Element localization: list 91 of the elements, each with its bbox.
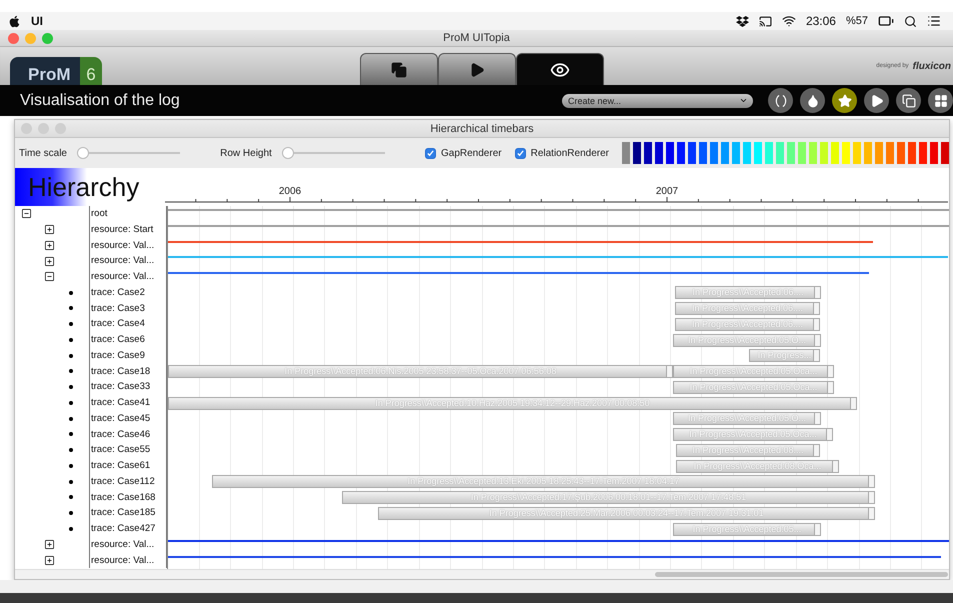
tool-button[interactable] bbox=[896, 88, 921, 113]
bullet-icon bbox=[69, 400, 73, 405]
bullet-icon bbox=[69, 480, 73, 484]
collapse-icon[interactable] bbox=[44, 271, 55, 282]
bullet-icon bbox=[69, 464, 73, 468]
scrollbar-thumb[interactable] bbox=[655, 572, 948, 577]
tree-node-label[interactable]: trace: Case112 bbox=[89, 474, 167, 490]
year-label: 2007 bbox=[656, 186, 678, 197]
collapse-icon[interactable] bbox=[21, 208, 32, 220]
bullet-icon bbox=[69, 432, 73, 436]
view-title: Visualisation of the log bbox=[20, 92, 181, 110]
tree-node-label[interactable]: trace: Case9 bbox=[89, 348, 167, 364]
bullet-icon bbox=[69, 322, 73, 326]
checkbox-label: GapRenderer bbox=[441, 148, 502, 158]
bullet-icon bbox=[69, 338, 73, 342]
display-icon[interactable] bbox=[758, 14, 772, 28]
droplet-icon bbox=[806, 94, 820, 108]
battery-percent: %57 bbox=[846, 15, 868, 27]
search-icon[interactable] bbox=[904, 14, 917, 28]
tool-button[interactable] bbox=[928, 88, 953, 113]
logo-text: ProM bbox=[28, 65, 70, 85]
tree-node-label[interactable]: trace: Case4 bbox=[89, 316, 167, 332]
bullet-icon bbox=[69, 369, 73, 374]
bullet-icon bbox=[69, 354, 73, 358]
tool-button[interactable] bbox=[800, 88, 825, 113]
bullet-icon bbox=[69, 385, 73, 390]
tree-node-label[interactable]: trace: Case45 bbox=[89, 410, 167, 426]
box-icon[interactable] bbox=[736, 14, 749, 28]
grid-icon bbox=[934, 94, 948, 108]
tree-node-label[interactable]: resource: Val... bbox=[89, 536, 167, 552]
tree-node-label[interactable]: trace: Case46 bbox=[89, 426, 167, 442]
panel-title: Hierarchical timebars bbox=[429, 122, 535, 134]
slider-thumb[interactable] bbox=[282, 147, 294, 159]
app-menu[interactable]: UI bbox=[31, 14, 43, 28]
play-icon bbox=[469, 62, 485, 78]
view-tab[interactable] bbox=[516, 53, 604, 85]
tree-node-label[interactable]: resource: Val... bbox=[89, 269, 167, 285]
expand-icon[interactable] bbox=[44, 224, 55, 236]
star-icon bbox=[838, 94, 852, 108]
bullet-icon bbox=[69, 448, 73, 452]
copy-icon bbox=[902, 94, 916, 108]
window-title: ProM UITopia bbox=[442, 32, 511, 44]
create-dropdown[interactable]: Create new... bbox=[562, 94, 753, 108]
tree-node-label[interactable]: trace: Case41 bbox=[89, 395, 167, 411]
apple-icon[interactable] bbox=[8, 14, 21, 28]
tree-node-label[interactable]: root bbox=[89, 206, 167, 222]
tree-node-label[interactable]: trace: Case61 bbox=[89, 458, 167, 474]
tree-node-label[interactable]: trace: Case3 bbox=[89, 300, 167, 316]
expand-icon[interactable] bbox=[44, 240, 55, 251]
wifi-icon[interactable] bbox=[782, 14, 796, 28]
bullet-icon bbox=[69, 511, 73, 516]
view-tab[interactable] bbox=[438, 53, 516, 85]
tree-node-label[interactable]: resource: Val... bbox=[89, 238, 167, 254]
brand-name: fluxicon bbox=[912, 60, 951, 72]
tree-node-label[interactable]: resource: Val... bbox=[89, 253, 167, 269]
checkbox-label: RelationRenderer bbox=[530, 148, 609, 158]
tree-node-label[interactable]: resource: Val... bbox=[89, 552, 167, 568]
logo-version: 6 bbox=[80, 57, 102, 85]
year-label: 2006 bbox=[278, 186, 302, 197]
expand-icon[interactable] bbox=[44, 554, 55, 566]
expand-icon[interactable] bbox=[44, 256, 55, 267]
tree-node-label[interactable]: trace: Case427 bbox=[89, 521, 167, 537]
tree-node-label[interactable]: trace: Case33 bbox=[89, 379, 167, 395]
slider-label: Time scale bbox=[19, 148, 67, 158]
view-tab[interactable] bbox=[360, 53, 438, 85]
play-icon bbox=[870, 94, 884, 108]
expand-icon[interactable] bbox=[44, 539, 55, 550]
tree-node-label[interactable]: trace: Case6 bbox=[89, 332, 167, 348]
tree-node-label[interactable]: trace: Case185 bbox=[89, 505, 167, 521]
tree-node-label[interactable]: trace: Case55 bbox=[89, 442, 167, 458]
caret-icon bbox=[739, 96, 748, 105]
tool-button[interactable] bbox=[864, 88, 889, 113]
bullet-icon bbox=[69, 290, 73, 295]
tool-button[interactable] bbox=[768, 88, 793, 113]
bullet-icon bbox=[69, 416, 73, 421]
bullet-icon bbox=[69, 306, 73, 310]
tree-node-label[interactable]: trace: Case2 bbox=[89, 284, 167, 300]
bullet-icon bbox=[69, 526, 73, 531]
tree-node-label[interactable]: trace: Case18 bbox=[89, 364, 167, 380]
slider-label: Row Height bbox=[220, 148, 272, 158]
list-icon[interactable] bbox=[927, 14, 941, 28]
copy-icon bbox=[391, 62, 407, 78]
clock[interactable]: 23:06 bbox=[806, 14, 836, 28]
checkbox[interactable] bbox=[514, 148, 526, 158]
parentheses-icon bbox=[774, 94, 788, 108]
tool-button[interactable] bbox=[832, 88, 857, 113]
checkbox[interactable] bbox=[425, 148, 436, 158]
tree-node-label[interactable]: resource: Start bbox=[89, 222, 167, 238]
slider-thumb[interactable] bbox=[76, 147, 89, 159]
bullet-icon bbox=[69, 495, 73, 500]
tree-node-label[interactable]: trace: Case168 bbox=[89, 490, 167, 506]
